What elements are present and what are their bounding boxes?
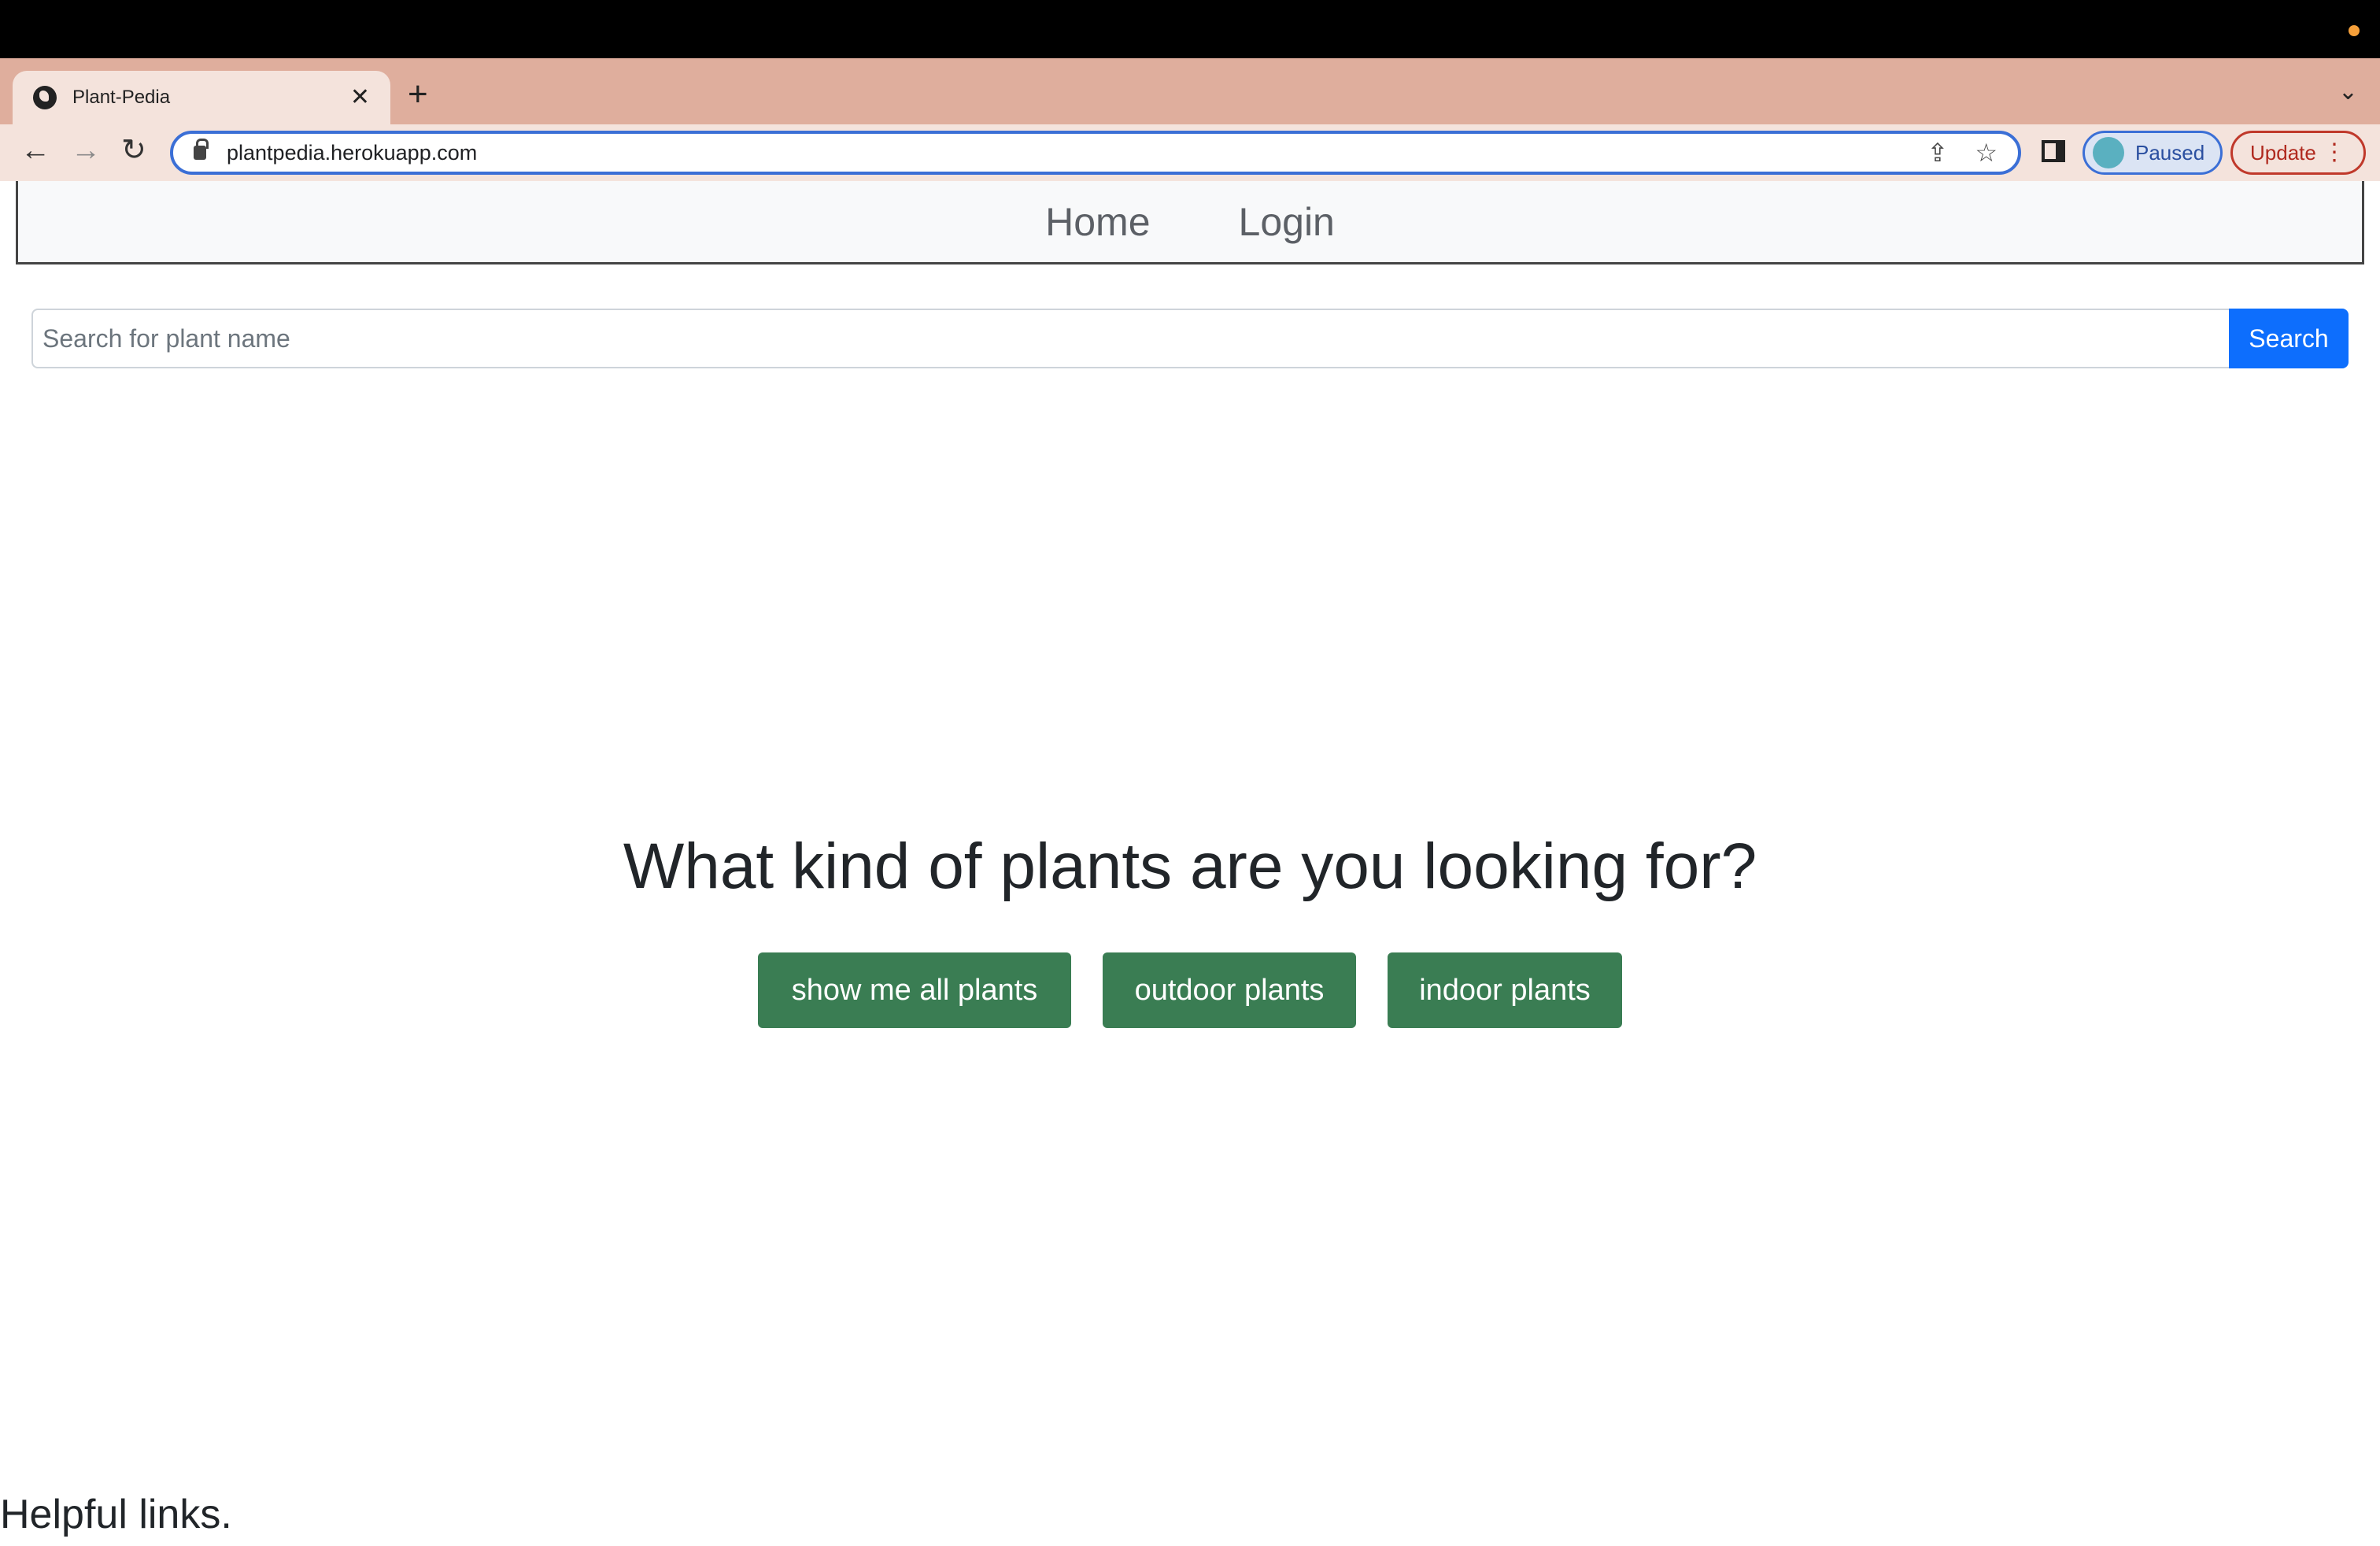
nav-login-link[interactable]: Login (1239, 199, 1335, 245)
more-menu-icon[interactable]: ⋮ (2323, 141, 2346, 165)
footer-heading: Helpful links. (0, 1492, 232, 1537)
update-label: Update (2250, 140, 2316, 165)
browser-tab[interactable]: Plant-Pedia ✕ (13, 71, 390, 124)
browser-toolbar: ← → ↻ plantpedia.herokuapp.com ⇪ ☆ Pause… (0, 124, 2380, 181)
globe-icon (33, 86, 57, 109)
plant-filter-buttons: show me all plants outdoor plants indoor… (0, 952, 2380, 1028)
profile-button[interactable]: Paused (2082, 131, 2223, 175)
nav-home-link[interactable]: Home (1045, 199, 1150, 245)
browser-tab-strip: Plant-Pedia ✕ + ⌄ (0, 58, 2380, 124)
url-text[interactable]: plantpedia.herokuapp.com (227, 141, 1901, 165)
page-heading: What kind of plants are you looking for? (623, 830, 1757, 902)
forward-icon[interactable]: → (71, 135, 101, 165)
tab-title: Plant-Pedia (72, 87, 171, 108)
new-tab-icon[interactable]: + (408, 77, 428, 112)
site-navbar: Home Login (16, 181, 2364, 264)
search-button[interactable]: Search (2229, 309, 2349, 368)
update-button[interactable]: Update ⋮ (2230, 131, 2366, 175)
share-icon[interactable]: ⇪ (1927, 140, 1949, 165)
indoor-plants-button[interactable]: indoor plants (1388, 952, 1622, 1028)
recording-indicator-icon (2349, 25, 2360, 36)
bookmark-star-icon[interactable]: ☆ (1975, 140, 1998, 165)
side-panel-icon[interactable] (2042, 140, 2065, 162)
outdoor-plants-button[interactable]: outdoor plants (1103, 952, 1356, 1028)
close-tab-icon[interactable]: ✕ (350, 86, 370, 109)
tab-search-icon[interactable]: ⌄ (2338, 80, 2358, 104)
lock-icon[interactable] (194, 139, 209, 160)
os-menu-bar (0, 0, 2380, 58)
profile-status: Paused (2135, 140, 2205, 165)
search-input[interactable]: Search for plant name (31, 309, 2229, 368)
reload-icon[interactable]: ↻ (121, 135, 146, 165)
address-bar[interactable]: plantpedia.herokuapp.com ⇪ ☆ (170, 131, 2021, 175)
back-icon[interactable]: ← (20, 135, 50, 165)
avatar (2093, 137, 2124, 168)
all-plants-button[interactable]: show me all plants (758, 952, 1071, 1028)
